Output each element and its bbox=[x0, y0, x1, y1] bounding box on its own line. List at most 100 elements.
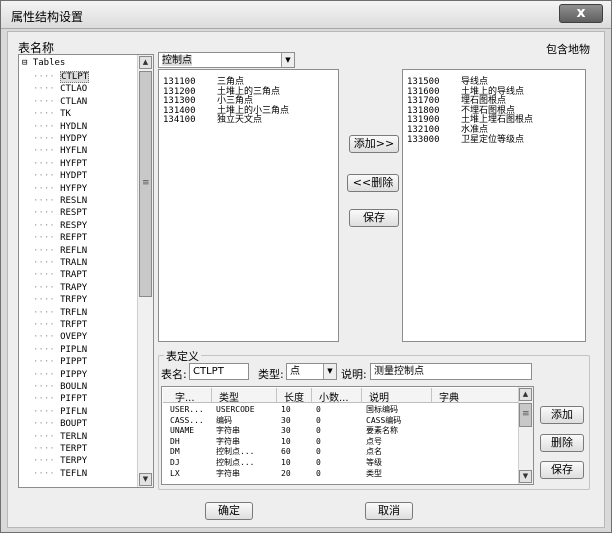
close-button[interactable]: x bbox=[559, 4, 603, 23]
table-row[interactable]: LX 字符串 20 0 类型 bbox=[163, 469, 518, 479]
available-features-list[interactable]: 131100 三角点 131200 土堆上的三角点 131300 小三角点 131400 土堆… bbox=[158, 69, 339, 342]
table-cell: 字符串 bbox=[216, 468, 240, 478]
table-cell: 控制点... bbox=[216, 458, 255, 467]
tree-item[interactable]: ···· TEFLN bbox=[33, 469, 87, 479]
cancel-button[interactable]: 取消 bbox=[365, 502, 413, 520]
column-divider[interactable] bbox=[431, 388, 432, 403]
tree-item[interactable]: ···· HYDPY bbox=[33, 134, 87, 144]
list-item[interactable]: 134100 独立天文点 bbox=[163, 112, 262, 125]
table-row[interactable]: DH 字符串 10 0 点号 bbox=[163, 437, 518, 447]
column-header[interactable]: 长度 bbox=[284, 389, 304, 404]
field-grid[interactable]: 字... 类型 长度 小数... 说明 字典 USER... USERCODE 10 0 国标编码… bbox=[161, 386, 534, 485]
tree-item[interactable]: ···· HYFPY bbox=[33, 184, 87, 194]
tree-item[interactable]: ···· HYFLN bbox=[33, 146, 87, 156]
scroll-up-icon[interactable]: ▲ bbox=[139, 56, 152, 69]
tree-item[interactable]: ···· RESPT bbox=[33, 208, 87, 218]
tree-item[interactable]: ···· REFPT bbox=[33, 233, 87, 243]
add-field-button[interactable]: 添加 bbox=[540, 406, 584, 424]
tree-item[interactable]: ···· TERPY bbox=[33, 456, 87, 466]
tree-scrollbar[interactable]: ▲ ≡ ▼ bbox=[137, 55, 153, 487]
tree-item[interactable]: ···· BOULN bbox=[33, 382, 87, 392]
tree-item[interactable]: ···· PIFLN bbox=[33, 407, 87, 417]
tree-item[interactable]: ···· OVEPY bbox=[33, 332, 87, 342]
tree-connector: ···· bbox=[33, 419, 61, 430]
tree-item[interactable]: ···· HYDPT bbox=[33, 171, 87, 181]
table-desc-field[interactable]: 测量控制点 bbox=[370, 363, 532, 380]
tree-item[interactable]: ···· CTLPT bbox=[33, 71, 90, 83]
tree-item[interactable]: ···· TRFPY bbox=[33, 295, 87, 305]
add-feature-button[interactable]: 添加>> bbox=[349, 135, 399, 153]
table-row[interactable]: CASS... 编码 30 0 CASS编码 bbox=[163, 416, 518, 426]
tree-root[interactable]: ⊟ Tables bbox=[22, 58, 65, 68]
grid-scrollbar[interactable]: ▲ ≡ ▼ bbox=[518, 387, 533, 484]
tree-item[interactable]: ···· CTLAO bbox=[33, 84, 87, 94]
tree-item[interactable]: ···· HYDLN bbox=[33, 122, 87, 132]
column-header[interactable]: 小数... bbox=[319, 389, 349, 404]
column-divider[interactable] bbox=[276, 388, 277, 403]
table-row[interactable]: DM 控制点... 60 0 点名 bbox=[163, 447, 518, 457]
tree-item[interactable]: ···· BOUPT bbox=[33, 419, 87, 429]
table-type-value: 点 bbox=[290, 366, 300, 377]
column-header[interactable]: 说明 bbox=[369, 389, 389, 404]
save-features-button[interactable]: 保存 bbox=[349, 209, 399, 227]
scroll-thumb[interactable]: ≡ bbox=[519, 403, 532, 427]
table-cell: 点号 bbox=[366, 436, 382, 446]
column-header[interactable]: 字... bbox=[175, 389, 195, 404]
tree-item[interactable]: ···· REFLN bbox=[33, 246, 87, 256]
tree-item[interactable]: ···· TRFLN bbox=[33, 308, 87, 318]
title-bar[interactable]: 属性结构设置 x bbox=[1, 1, 611, 29]
table-cell: 10 bbox=[281, 405, 291, 414]
chevron-down-icon[interactable]: ▼ bbox=[323, 364, 336, 379]
tree-item[interactable]: ···· TRAPY bbox=[33, 283, 87, 293]
list-item[interactable]: 133000 卫星定位等级点 bbox=[407, 132, 524, 145]
table-name-field[interactable]: CTLPT bbox=[189, 363, 249, 380]
table-row[interactable]: UNAME 字符串 30 0 要素名称 bbox=[163, 426, 518, 436]
table-cell: 0 bbox=[316, 405, 321, 414]
tree-item[interactable]: ···· TERPT bbox=[33, 444, 87, 454]
tree-item[interactable]: ···· TK bbox=[33, 109, 71, 119]
tree-item[interactable]: ···· TRAPT bbox=[33, 270, 87, 280]
tree-item[interactable]: ···· RESLN bbox=[33, 196, 87, 206]
dialog-window: 属性结构设置 x 表名称 ⊟ Tables ···· CTLPT ···· CTL… bbox=[0, 0, 612, 533]
remove-feature-button[interactable]: <<删除 bbox=[347, 174, 399, 192]
column-divider[interactable] bbox=[311, 388, 312, 403]
table-row[interactable]: USER... USERCODE 10 0 国标编码 bbox=[163, 405, 518, 415]
tree-item[interactable]: ···· TERLN bbox=[33, 432, 87, 442]
tree-item[interactable]: ···· PIPPT bbox=[33, 357, 87, 367]
tree-item-label: CTLAN bbox=[60, 96, 88, 107]
chevron-down-icon[interactable]: ▼ bbox=[281, 53, 294, 67]
tree-item[interactable]: ···· PIPLN bbox=[33, 345, 87, 355]
scroll-down-icon[interactable]: ▼ bbox=[139, 473, 152, 486]
save-field-button[interactable]: 保存 bbox=[540, 461, 584, 479]
category-select[interactable]: 控制点 ▼ bbox=[158, 52, 295, 68]
tree-connector: ···· bbox=[33, 109, 61, 120]
tree-item[interactable]: ···· HYFPT bbox=[33, 159, 87, 169]
tree-item-label: RESPT bbox=[60, 208, 88, 219]
delete-field-button[interactable]: 删除 bbox=[540, 434, 584, 452]
column-header[interactable]: 字典 bbox=[439, 389, 459, 404]
tree-item[interactable]: ···· CTLAN bbox=[33, 97, 87, 107]
table-type-select[interactable]: 点 ▼ bbox=[286, 363, 337, 380]
column-header[interactable]: 类型 bbox=[219, 389, 239, 404]
column-divider[interactable] bbox=[211, 388, 212, 403]
table-row[interactable]: DJ 控制点... 10 0 等级 bbox=[163, 458, 518, 468]
collapse-toggle-icon[interactable]: ⊟ bbox=[22, 58, 27, 68]
included-features-list[interactable]: 131500 导线点 131600 土堆上的导线点 131700 埋石图根点 131800 不… bbox=[402, 69, 586, 342]
ok-button[interactable]: 确定 bbox=[205, 502, 253, 520]
scroll-up-icon[interactable]: ▲ bbox=[519, 388, 532, 401]
tree-item[interactable]: ···· TRFPT bbox=[33, 320, 87, 330]
table-cell: CASS... bbox=[170, 415, 204, 425]
table-definition-label: 表定义 bbox=[164, 348, 201, 364]
tree-item[interactable]: ···· PIPPY bbox=[33, 370, 87, 380]
tree-item[interactable]: ···· RESPY bbox=[33, 221, 87, 231]
tree-connector: ···· bbox=[33, 171, 61, 182]
scroll-down-icon[interactable]: ▼ bbox=[519, 470, 532, 483]
tree-item[interactable]: ···· PIFPT bbox=[33, 394, 87, 404]
scroll-thumb[interactable]: ≡ bbox=[139, 71, 152, 297]
table-name-label: 表名: bbox=[161, 368, 187, 381]
tree-item-label: PIPPY bbox=[60, 369, 88, 380]
tree-connector: ···· bbox=[33, 183, 61, 194]
tree-item[interactable]: ···· TRALN bbox=[33, 258, 87, 268]
table-tree[interactable]: ⊟ Tables ···· CTLPT ···· CTLAO ···· CTLAN ·… bbox=[18, 54, 154, 488]
column-divider[interactable] bbox=[361, 388, 362, 403]
